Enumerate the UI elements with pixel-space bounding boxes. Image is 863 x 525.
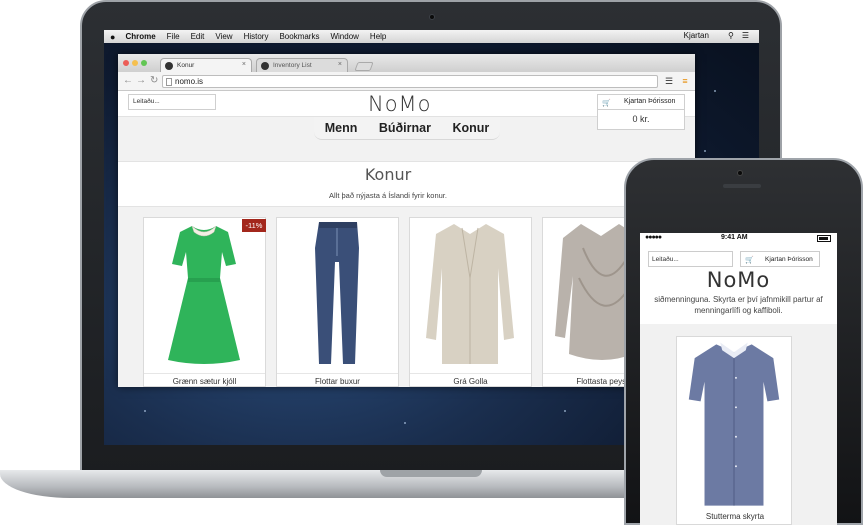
shirt-image — [688, 342, 780, 506]
url-text: nomo.is — [175, 77, 204, 86]
site-logo[interactable]: NoMo — [368, 92, 432, 116]
tab-inventory-list[interactable]: Inventory List × — [256, 58, 348, 72]
address-bar[interactable]: nomo.is — [162, 75, 658, 88]
web-page: Leitaðu... NoMo Kjartan Þórisson 🛒 0 kr.… — [118, 91, 695, 387]
product-card[interactable]: Flottar buxur — [276, 217, 399, 387]
menu-history[interactable]: History — [244, 32, 269, 41]
phone-camera — [737, 170, 743, 176]
phone-site-header: Leitaðu... Kjartan Þórisson 🛒 NoMo — [640, 244, 837, 294]
nav-item-menn[interactable]: Menn — [325, 121, 358, 135]
browser-window: Konur × Inventory List × ← → ↻ nomo.is ☰… — [118, 54, 695, 387]
tab-bar: Konur × Inventory List × — [118, 54, 695, 72]
menu-window[interactable]: Window — [330, 32, 358, 41]
jeans-image — [315, 222, 359, 364]
device-mockup: ● Chrome File Edit View History Bookmark… — [0, 0, 863, 525]
cart-icon[interactable]: 🛒 — [602, 99, 611, 107]
back-icon[interactable]: ← — [123, 75, 133, 86]
main-nav: Menn Búðirnar Konur — [314, 117, 500, 140]
close-window-icon[interactable] — [123, 60, 129, 66]
menu-app-name[interactable]: Chrome — [125, 32, 155, 41]
phone-product-card[interactable]: Stutterma skyrta — [676, 336, 792, 525]
phone-site-logo[interactable]: NoMo — [640, 268, 837, 292]
phone-screen: ●●●●● 9:41 AM Leitaðu... Kjartan Þórisso… — [640, 233, 837, 525]
forward-icon[interactable]: → — [136, 75, 146, 86]
close-tab-icon[interactable]: × — [338, 61, 342, 68]
list-icon[interactable]: ☰ — [742, 31, 749, 40]
laptop-notch — [380, 470, 482, 477]
tab-label: Inventory List — [273, 62, 312, 69]
product-name: Grá Golla — [410, 373, 531, 386]
reload-icon[interactable]: ↻ — [150, 75, 158, 86]
close-tab-icon[interactable]: × — [242, 61, 246, 68]
zoom-window-icon[interactable] — [141, 60, 147, 66]
laptop-camera — [429, 14, 435, 20]
page-icon — [166, 78, 172, 86]
phone-cart-icon[interactable]: 🛒 — [745, 256, 754, 264]
nomo-favicon-icon — [165, 62, 173, 70]
battery-icon — [817, 235, 831, 242]
signal-icon: ●●●●● — [645, 234, 662, 241]
menu-file[interactable]: File — [167, 32, 180, 41]
product-card[interactable]: -11% Grænn sætur kjóll — [143, 217, 266, 387]
category-subtitle: Allt það nýjasta á Íslandi fyrir konur. — [329, 191, 447, 200]
green-dress-image — [168, 225, 240, 364]
menu-user[interactable]: Kjartan — [684, 31, 709, 40]
tab-konur[interactable]: Konur × — [160, 58, 252, 72]
search-input[interactable]: Leitaðu... — [128, 94, 216, 110]
phone-description: siðmenninguna. Skyrta er því jafnmikill … — [640, 294, 837, 324]
menu-edit[interactable]: Edit — [191, 32, 205, 41]
cart-total[interactable]: 0 kr. — [597, 110, 685, 130]
tab-label: Konur — [177, 62, 195, 69]
category-title: Konur — [364, 165, 412, 184]
search-icon[interactable]: ⚲ — [728, 31, 734, 40]
category-hero: Konur Allt það nýjasta á Íslandi fyrir k… — [118, 161, 695, 207]
discount-badge: -11% — [242, 219, 266, 232]
minimize-window-icon[interactable] — [132, 60, 138, 66]
menu-help[interactable]: Help — [370, 32, 386, 41]
nomo-favicon-icon — [261, 62, 269, 70]
apple-icon[interactable]: ● — [110, 32, 115, 42]
product-name: Flottar buxur — [277, 373, 398, 386]
new-tab-button[interactable] — [354, 62, 374, 71]
menu-bookmarks[interactable]: Bookmarks — [279, 32, 319, 41]
grey-cardigan-image — [426, 224, 514, 364]
phone-status-bar: ●●●●● 9:41 AM — [640, 233, 837, 244]
nav-item-budirnar[interactable]: Búðirnar — [379, 121, 431, 135]
phone-product-name: Stutterma skyrta — [705, 512, 765, 521]
os-menubar: ● Chrome File Edit View History Bookmark… — [104, 30, 759, 43]
phone-search-input[interactable]: Leitaðu... — [648, 251, 733, 267]
toolbar: ← → ↻ nomo.is ☰ ≡ — [118, 72, 695, 91]
product-name: Grænn sætur kjóll — [144, 373, 265, 386]
product-card[interactable]: Grá Golla — [409, 217, 532, 387]
nav-item-konur[interactable]: Konur — [452, 121, 489, 135]
phone-time: 9:41 AM — [721, 234, 748, 241]
chrome-menu-icon[interactable]: ≡ — [680, 76, 690, 86]
phone-speaker — [723, 184, 761, 188]
layers-extension-icon[interactable]: ☰ — [664, 76, 674, 86]
menu-view[interactable]: View — [215, 32, 232, 41]
